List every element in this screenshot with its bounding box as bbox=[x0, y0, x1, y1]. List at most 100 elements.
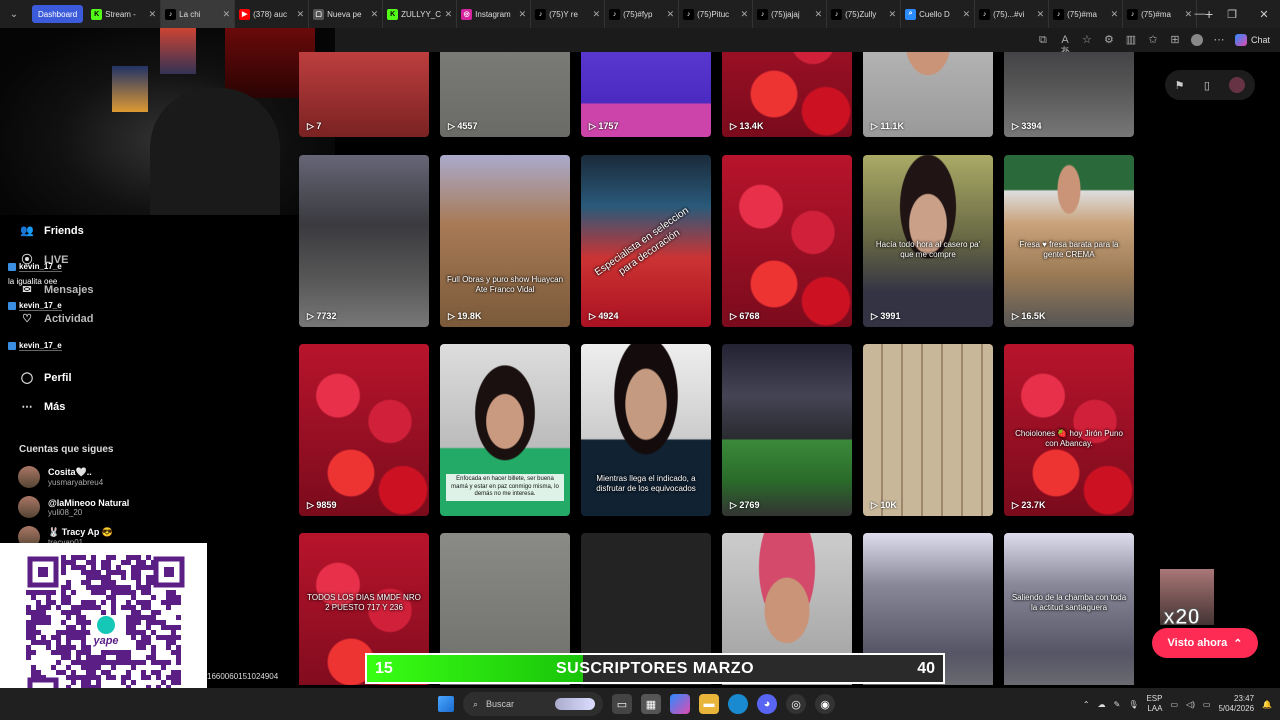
video-card[interactable]: ▷ 3394 bbox=[1004, 52, 1134, 137]
sidebar-item-profile[interactable]: ◯ Perfil bbox=[20, 371, 72, 385]
view-count-value: 1757 bbox=[598, 121, 619, 131]
obs-icon[interactable]: ◎ bbox=[786, 694, 806, 714]
kick-icon: K bbox=[387, 8, 399, 20]
view-count-value: 23.7K bbox=[1021, 500, 1046, 510]
task-view-icon[interactable]: ▭ bbox=[612, 694, 632, 714]
followed-account[interactable]: @laMineoo Natural yuli08_20 bbox=[18, 496, 129, 518]
close-tab-icon[interactable]: ✕ bbox=[963, 9, 971, 20]
favorites-icon[interactable]: ✩ bbox=[1147, 34, 1159, 46]
browser-tab[interactable]: K ZULLYY_C ✕ bbox=[383, 0, 458, 28]
avatar[interactable] bbox=[1229, 77, 1246, 93]
video-card[interactable]: Fresa ♥ fresa barata para la gente CREMA… bbox=[1004, 155, 1134, 327]
video-card[interactable]: Full Obras y puro show Huaycan Ate Franc… bbox=[440, 155, 570, 327]
extensions-icon[interactable]: ⚙ bbox=[1103, 34, 1115, 46]
edge-browser-icon[interactable] bbox=[728, 694, 748, 714]
file-explorer-icon[interactable]: ▬ bbox=[699, 694, 719, 714]
copilot-app-icon[interactable] bbox=[670, 694, 690, 714]
sidebar-item-activity[interactable]: ♡ Actividad bbox=[20, 312, 93, 326]
close-tab-icon[interactable]: ✕ bbox=[593, 9, 601, 20]
open-in-app-icon[interactable]: ⧉ bbox=[1037, 34, 1049, 46]
video-card[interactable]: Hacía todo hora al casero pa' que me com… bbox=[863, 155, 993, 327]
play-icon: ▷ bbox=[871, 311, 881, 321]
close-tab-icon[interactable]: ✕ bbox=[223, 9, 231, 20]
video-card[interactable]: Choiolones 🍓 hoy Jirón Puno con Abancay.… bbox=[1004, 344, 1134, 516]
language-indicator[interactable]: ESP LAA bbox=[1146, 694, 1162, 715]
visto-ahora-button[interactable]: Visto ahora ⌃ bbox=[1152, 628, 1258, 658]
pen-icon[interactable]: ✎ bbox=[1114, 700, 1121, 709]
favorite-star-icon[interactable]: ☆ bbox=[1081, 34, 1093, 46]
close-tab-icon[interactable]: ✕ bbox=[519, 9, 527, 20]
close-tab-icon[interactable]: ✕ bbox=[815, 9, 823, 20]
store-icon[interactable]: ▦ bbox=[641, 694, 661, 714]
visto-ahora-label: Visto ahora bbox=[1167, 637, 1228, 649]
video-card[interactable]: ▷ 6768 bbox=[722, 155, 852, 327]
browser-tab[interactable]: ♪ (75)...#vi ✕ bbox=[975, 0, 1050, 28]
microphone-icon[interactable]: 🎙 bbox=[1128, 700, 1138, 709]
browser-tab[interactable]: ♪ (75)#fyp ✕ bbox=[605, 0, 680, 28]
close-tab-icon[interactable]: ✕ bbox=[889, 9, 897, 20]
video-card[interactable]: Saliendo de la chamba con toda la actitu… bbox=[1004, 533, 1134, 685]
sidebar-item-friends[interactable]: 👥 Friends bbox=[20, 224, 84, 238]
copilot-chat-button[interactable]: Chat bbox=[1234, 34, 1270, 46]
close-tab-icon[interactable]: ✕ bbox=[149, 9, 157, 20]
browser-tab[interactable]: ♪ (75)jajaj ✕ bbox=[753, 0, 828, 28]
browser-tab[interactable]: ♪ (75)Zully ✕ bbox=[827, 0, 902, 28]
video-card[interactable]: Enfocada en hacer billete, ser buena mam… bbox=[440, 344, 570, 516]
tab-dashboard[interactable]: Dashboard bbox=[32, 5, 84, 23]
browser-tab[interactable]: ▢ Nueva pe ✕ bbox=[309, 0, 384, 28]
profile-avatar-icon[interactable] bbox=[1190, 34, 1203, 46]
notifications-icon[interactable]: 🔔 bbox=[1262, 700, 1272, 709]
browser-tab[interactable]: K Stream - ✕ bbox=[87, 0, 162, 28]
video-card[interactable]: ▷ 1757 bbox=[581, 52, 711, 137]
streamer-silhouette bbox=[150, 88, 280, 215]
video-card[interactable]: ▷ 11.1K bbox=[863, 52, 993, 137]
taskbar-search[interactable]: ⌕ Buscar bbox=[463, 692, 603, 716]
browser-tab[interactable]: ♪ (75)Pituc ✕ bbox=[679, 0, 754, 28]
close-tab-icon[interactable]: ✕ bbox=[1111, 9, 1119, 20]
minimize-icon[interactable]: — bbox=[1184, 0, 1216, 28]
network-icon[interactable]: ▭ bbox=[1170, 700, 1178, 709]
browser-tab[interactable]: ▶ (378) auc ✕ bbox=[235, 0, 310, 28]
close-tab-icon[interactable]: ✕ bbox=[371, 9, 379, 20]
translate-icon[interactable]: Aあ bbox=[1059, 34, 1071, 58]
video-card[interactable]: ▷ 4557 bbox=[440, 52, 570, 137]
show-hidden-icons-icon[interactable]: ⌃ bbox=[1083, 700, 1090, 709]
sidebar-item-more[interactable]: ⋯ Más bbox=[20, 400, 66, 414]
video-card[interactable]: ▷ 9859 bbox=[299, 344, 429, 516]
close-window-icon[interactable]: ✕ bbox=[1248, 0, 1280, 28]
onedrive-icon[interactable]: ☁ bbox=[1098, 700, 1106, 709]
flag-icon[interactable]: ⚑ bbox=[1175, 79, 1185, 92]
collections-icon[interactable]: ⊞ bbox=[1169, 34, 1181, 46]
browser-tab[interactable]: ♪ (75)Y re ✕ bbox=[531, 0, 606, 28]
close-tab-icon[interactable]: ✕ bbox=[741, 9, 749, 20]
maximize-icon[interactable]: ❐ bbox=[1216, 0, 1248, 28]
search-placeholder: Buscar bbox=[486, 699, 515, 709]
close-tab-icon[interactable]: ✕ bbox=[667, 9, 675, 20]
video-card[interactable]: ▷ 13.4K bbox=[722, 52, 852, 137]
phone-icon[interactable]: ▯ bbox=[1204, 79, 1210, 92]
battery-icon[interactable]: ▭ bbox=[1203, 700, 1211, 709]
followed-account[interactable]: Cosita🤍.. yusmaryabreu4 bbox=[18, 466, 103, 488]
chrome-icon[interactable]: ◉ bbox=[815, 694, 835, 714]
video-card[interactable]: Mientras llega el indicado, a disfrutar … bbox=[581, 344, 711, 516]
clock[interactable]: 23:47 5/04/2026 bbox=[1218, 694, 1254, 715]
close-tab-icon[interactable]: ✕ bbox=[445, 9, 453, 20]
video-card[interactable]: ▷ 7732 bbox=[299, 155, 429, 327]
video-card[interactable]: Especialista en seleccion para decoració… bbox=[581, 155, 711, 327]
close-tab-icon[interactable]: ✕ bbox=[297, 9, 305, 20]
video-card[interactable]: ▷ 2769 bbox=[722, 344, 852, 516]
discord-icon[interactable]: ◕ bbox=[757, 694, 777, 714]
play-icon: ▷ bbox=[730, 121, 740, 131]
windows-start-icon[interactable] bbox=[438, 696, 454, 712]
more-menu-icon[interactable]: ⋯ bbox=[1213, 34, 1225, 46]
tab-search-icon[interactable]: ⌄ bbox=[0, 0, 28, 28]
browser-tab[interactable]: ◎ Instagram ✕ bbox=[457, 0, 532, 28]
volume-icon[interactable]: ◁) bbox=[1186, 700, 1195, 709]
split-screen-icon[interactable]: ▥ bbox=[1125, 34, 1137, 46]
video-card[interactable]: ▷ 10K bbox=[863, 344, 993, 516]
browser-tab[interactable]: ♪ (75)#ma ✕ bbox=[1049, 0, 1124, 28]
browser-tab[interactable]: ⌕ Cuello D ✕ bbox=[901, 0, 976, 28]
close-tab-icon[interactable]: ✕ bbox=[1037, 9, 1045, 20]
browser-tab[interactable]: ♪ La chi ✕ bbox=[161, 0, 236, 28]
video-card[interactable]: ▷ 7 bbox=[299, 52, 429, 137]
